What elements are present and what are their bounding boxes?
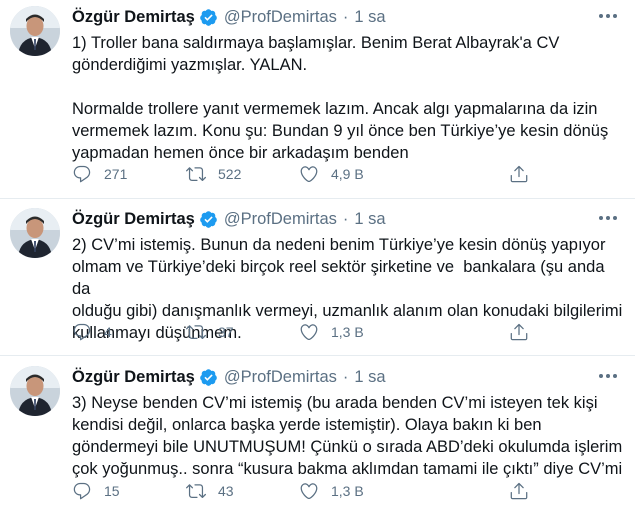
tweet-header: Özgür Demirtaş @ProfDemirtas · 1 sa (72, 5, 386, 29)
separator: · (342, 209, 349, 228)
verified-badge-icon (199, 210, 218, 229)
reply-icon (73, 323, 91, 341)
reply-count: 271 (104, 166, 128, 182)
share-button[interactable] (509, 480, 529, 502)
reply-count: 15 (104, 483, 120, 499)
tweet-text: 3) Neyse benden CV’mi istemiş (bu arada … (72, 394, 623, 478)
retweet-count: 37 (218, 324, 234, 340)
heart-icon (300, 483, 318, 500)
divider (0, 198, 635, 199)
tweet-actions: 271 522 4,9 B (72, 163, 542, 185)
retweet-icon (186, 167, 206, 182)
reply-icon (73, 482, 91, 500)
author-name[interactable]: Özgür Demirtaş (72, 210, 195, 229)
retweet-count: 43 (218, 483, 234, 499)
separator: · (342, 7, 349, 26)
like-count: 4,9 B (331, 166, 364, 182)
tweet-header: Özgür Demirtaş @ProfDemirtas · 1 sa (72, 207, 386, 231)
like-count: 1,3 B (331, 324, 364, 340)
reply-button[interactable]: 271 (72, 163, 127, 185)
divider (0, 355, 635, 356)
like-button[interactable]: 4,9 B (299, 163, 364, 185)
heart-icon (300, 324, 318, 341)
tweet-actions: 15 43 1,3 B (72, 480, 542, 502)
timestamp[interactable]: 1 sa (354, 8, 385, 27)
share-button[interactable] (509, 321, 529, 343)
reply-icon (73, 165, 91, 183)
share-icon (510, 165, 528, 183)
author-handle[interactable]: @ProfDemirtas (224, 8, 337, 27)
reply-count: 4 (104, 324, 112, 340)
reply-button[interactable]: 15 (72, 480, 120, 502)
tweet-3[interactable]: Özgür Demirtaş @ProfDemirtas · 1 sa 3) N… (0, 360, 635, 507)
tweet-thread: Özgür Demirtaş @ProfDemirtas · 1 sa 1) T… (0, 0, 635, 507)
retweet-icon (186, 325, 206, 340)
share-icon (510, 323, 528, 341)
retweet-button[interactable]: 522 (186, 163, 241, 185)
share-icon (510, 482, 528, 500)
separator: · (342, 367, 349, 386)
retweet-count: 522 (218, 166, 242, 182)
tweet-header: Özgür Demirtaş @ProfDemirtas · 1 sa (72, 365, 386, 389)
reply-button[interactable]: 4 (72, 321, 112, 343)
more-dots-icon[interactable] (597, 6, 619, 26)
author-name[interactable]: Özgür Demirtaş (72, 8, 195, 27)
author-name[interactable]: Özgür Demirtaş (72, 368, 195, 387)
verified-badge-icon (199, 368, 218, 387)
avatar[interactable] (10, 208, 60, 258)
tweet-1[interactable]: Özgür Demirtaş @ProfDemirtas · 1 sa 1) T… (0, 0, 635, 200)
tweet-actions: 4 37 1,3 B (72, 321, 542, 343)
author-handle[interactable]: @ProfDemirtas (224, 368, 337, 387)
tweet-text: 1) Troller bana saldırmaya başlamışlar. … (72, 34, 609, 162)
more-dots-icon[interactable] (597, 208, 619, 228)
like-button[interactable]: 1,3 B (299, 321, 364, 343)
timestamp[interactable]: 1 sa (354, 368, 385, 387)
like-count: 1,3 B (331, 483, 364, 499)
avatar[interactable] (10, 6, 60, 56)
like-button[interactable]: 1,3 B (299, 480, 364, 502)
timestamp[interactable]: 1 sa (354, 210, 385, 229)
retweet-button[interactable]: 43 (186, 480, 234, 502)
share-button[interactable] (509, 163, 529, 185)
author-handle[interactable]: @ProfDemirtas (224, 210, 337, 229)
retweet-button[interactable]: 37 (186, 321, 234, 343)
tweet-2[interactable]: Özgür Demirtaş @ProfDemirtas · 1 sa 2) C… (0, 202, 635, 354)
more-dots-icon[interactable] (597, 366, 619, 386)
verified-badge-icon (199, 8, 218, 27)
avatar[interactable] (10, 366, 60, 416)
retweet-icon (186, 484, 206, 499)
heart-icon (300, 166, 318, 183)
